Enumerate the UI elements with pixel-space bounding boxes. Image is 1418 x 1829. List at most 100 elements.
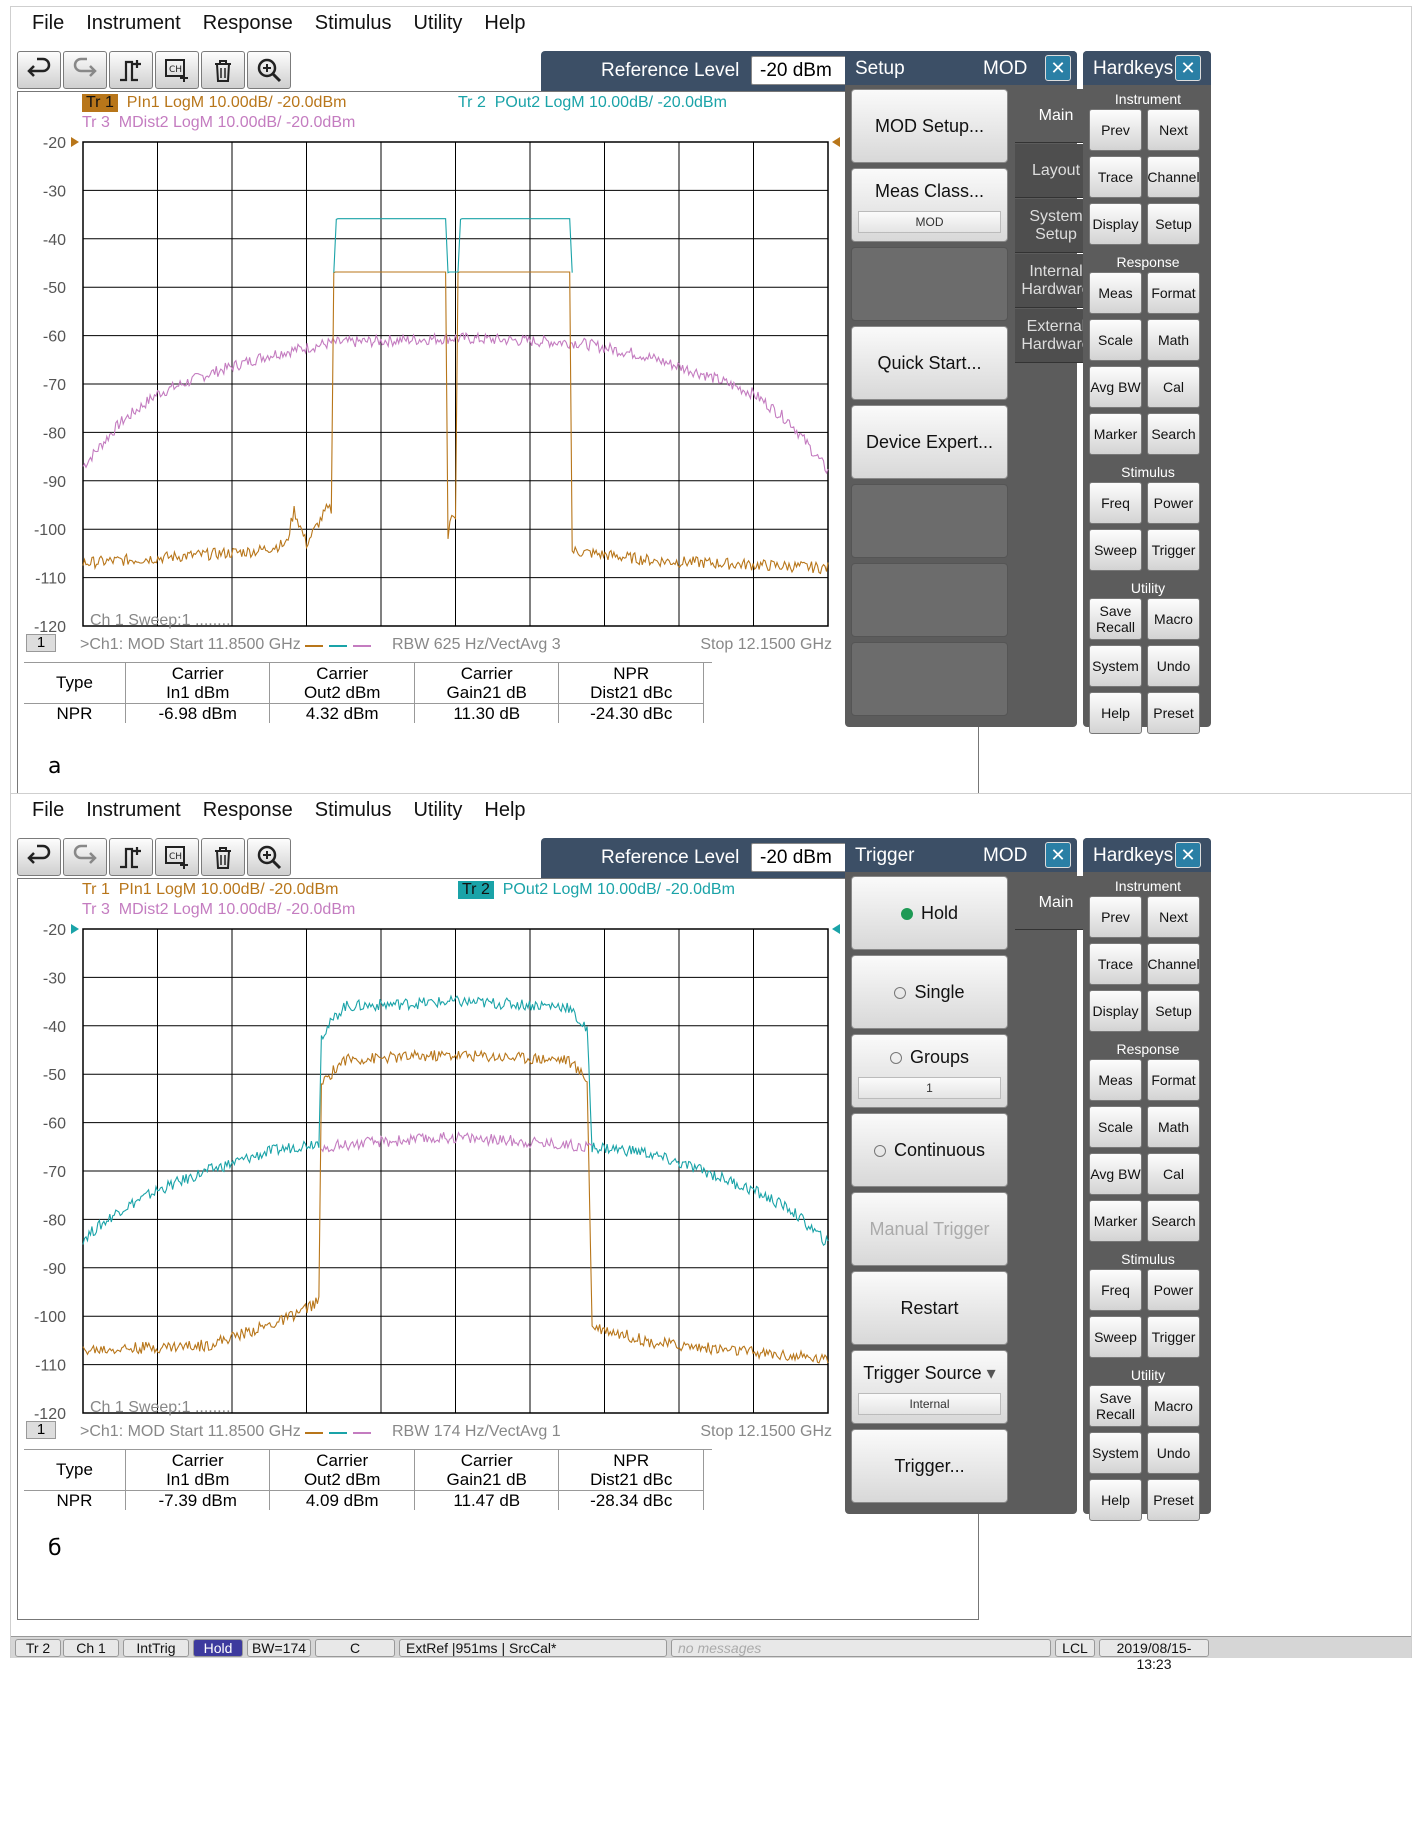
close-hardkeys-button[interactable]: ✕ xyxy=(1175,55,1201,81)
hardkey-trace[interactable]: Trace xyxy=(1089,943,1142,985)
hardkey-channel[interactable]: Channel xyxy=(1147,943,1200,985)
hardkey-format[interactable]: Format xyxy=(1147,1059,1200,1101)
menu-stimulus[interactable]: Stimulus xyxy=(304,12,403,35)
softkey-continuous[interactable]: Continuous xyxy=(851,1113,1008,1187)
trace-badge[interactable]: Tr 1 xyxy=(82,94,118,112)
hardkey-scale[interactable]: Scale xyxy=(1089,319,1142,361)
hardkey-freq[interactable]: Freq xyxy=(1089,482,1142,524)
hardkey-undo[interactable]: Undo xyxy=(1147,1432,1200,1474)
menu-instrument[interactable]: Instrument xyxy=(75,12,191,35)
trace-label-tr1[interactable]: Tr 1 PIn1 LogM 10.00dB/ -20.0dBm xyxy=(82,881,338,899)
hardkey-help[interactable]: Help xyxy=(1089,692,1142,734)
hardkey-cal[interactable]: Cal xyxy=(1147,1153,1200,1195)
softkey-meas-class[interactable]: Meas Class... MOD xyxy=(851,168,1008,242)
softkey-manual-trigger[interactable]: Manual Trigger xyxy=(851,1192,1008,1266)
hardkey-prev[interactable]: Prev xyxy=(1089,896,1142,938)
menu-instrument[interactable]: Instrument xyxy=(75,799,191,822)
hardkey-macro[interactable]: Macro xyxy=(1147,1385,1200,1427)
status-field[interactable]: IntTrig xyxy=(123,1639,189,1657)
stop-freq[interactable]: Stop 12.1500 GHz xyxy=(700,1423,832,1441)
status-field[interactable]: LCL xyxy=(1055,1639,1095,1657)
ref-marker-left[interactable] xyxy=(71,924,79,934)
hardkey-channel[interactable]: Channel xyxy=(1147,156,1200,198)
hardkey-trace[interactable]: Trace xyxy=(1089,156,1142,198)
rbw-label[interactable]: RBW 174 Hz/VectAvg 1 xyxy=(392,1423,561,1441)
plot-area[interactable]: -20 -30 -40 -50 -60 -70 -80 -90 -100 -110 -120 Tr 1… xyxy=(17,878,979,1620)
ref-marker-left[interactable] xyxy=(71,137,79,147)
hardkey-trigger[interactable]: Trigger xyxy=(1147,529,1200,571)
status-field[interactable]: BW=174 xyxy=(247,1639,311,1657)
hardkey-preset[interactable]: Preset xyxy=(1147,1479,1200,1521)
trace-badge[interactable]: Tr 3 xyxy=(82,114,110,131)
softkey-device-expert[interactable]: Device Expert... xyxy=(851,405,1008,479)
hardkey-meas[interactable]: Meas xyxy=(1089,272,1142,314)
hardkey-next[interactable]: Next xyxy=(1147,896,1200,938)
softkey-mod-setup[interactable]: MOD Setup... xyxy=(851,89,1008,163)
start-freq[interactable]: >Ch1: MOD Start 11.8500 GHz xyxy=(80,636,301,654)
start-freq[interactable]: >Ch1: MOD Start 11.8500 GHz xyxy=(80,1423,301,1441)
status-field[interactable]: ExtRef |951ms | SrcCal* xyxy=(399,1639,667,1657)
trace-label-tr2[interactable]: Tr 2 POut2 LogM 10.00dB/ -20.0dBm xyxy=(458,94,727,112)
hardkey-next[interactable]: Next xyxy=(1147,109,1200,151)
channel-add-button[interactable]: CH xyxy=(155,838,199,876)
redo-button[interactable] xyxy=(63,838,107,876)
softkey-single[interactable]: Single xyxy=(851,955,1008,1029)
trace-badge[interactable]: Tr 1 xyxy=(82,881,110,898)
hardkey-search[interactable]: Search xyxy=(1147,413,1200,455)
menu-file[interactable]: File xyxy=(21,12,75,35)
hardkey-preset[interactable]: Preset xyxy=(1147,692,1200,734)
status-field[interactable]: no messages xyxy=(671,1639,1051,1657)
hardkey-undo[interactable]: Undo xyxy=(1147,645,1200,687)
hardkey-marker[interactable]: Marker xyxy=(1089,413,1142,455)
hardkey-power[interactable]: Power xyxy=(1147,482,1200,524)
hardkey-save-recall[interactable]: Save Recall xyxy=(1089,598,1142,640)
status-field[interactable]: 2019/08/15-13:23 xyxy=(1099,1639,1209,1672)
channel-add-button[interactable]: CH xyxy=(155,51,199,89)
hardkey-display[interactable]: Display xyxy=(1089,990,1142,1032)
hardkey-help[interactable]: Help xyxy=(1089,1479,1142,1521)
softkey-trigger[interactable]: Trigger... xyxy=(851,1429,1008,1503)
trash-button[interactable] xyxy=(201,838,245,876)
close-softkey-button[interactable]: ✕ xyxy=(1045,55,1071,81)
hardkey-avg-bw[interactable]: Avg BW xyxy=(1089,366,1142,408)
rbw-label[interactable]: RBW 625 Hz/VectAvg 3 xyxy=(392,636,561,654)
hardkey-cal[interactable]: Cal xyxy=(1147,366,1200,408)
trace-label-tr2[interactable]: Tr 2 POut2 LogM 10.00dB/ -20.0dBm xyxy=(458,881,735,899)
undo-button[interactable] xyxy=(17,51,61,89)
status-field[interactable]: Tr 2 xyxy=(15,1639,61,1657)
hardkey-marker[interactable]: Marker xyxy=(1089,1200,1142,1242)
menu-utility[interactable]: Utility xyxy=(402,799,473,822)
status-field[interactable]: C xyxy=(315,1639,395,1657)
status-field[interactable]: Ch 1 xyxy=(63,1639,119,1657)
hardkey-setup[interactable]: Setup xyxy=(1147,990,1200,1032)
channel-number[interactable]: 1 xyxy=(26,634,56,652)
hardkey-power[interactable]: Power xyxy=(1147,1269,1200,1311)
menu-utility[interactable]: Utility xyxy=(402,12,473,35)
hardkey-format[interactable]: Format xyxy=(1147,272,1200,314)
hardkey-sweep[interactable]: Sweep xyxy=(1089,1316,1142,1358)
zoom-button[interactable] xyxy=(247,838,291,876)
trace-label-tr3[interactable]: Tr 3 MDist2 LogM 10.00dB/ -20.0dBm xyxy=(82,901,355,919)
close-softkey-button[interactable]: ✕ xyxy=(1045,842,1071,868)
hardkey-math[interactable]: Math xyxy=(1147,1106,1200,1148)
softkey-hold[interactable]: Hold xyxy=(851,876,1008,950)
hardkey-scale[interactable]: Scale xyxy=(1089,1106,1142,1148)
plot-area[interactable]: -20 -30 -40 -50 -60 -70 -80 -90 -100 -110 -120 Tr 1… xyxy=(17,91,979,833)
hardkey-sweep[interactable]: Sweep xyxy=(1089,529,1142,571)
hardkey-setup[interactable]: Setup xyxy=(1147,203,1200,245)
hardkey-freq[interactable]: Freq xyxy=(1089,1269,1142,1311)
menu-help[interactable]: Help xyxy=(473,799,536,822)
close-hardkeys-button[interactable]: ✕ xyxy=(1175,842,1201,868)
hardkey-meas[interactable]: Meas xyxy=(1089,1059,1142,1101)
menu-response[interactable]: Response xyxy=(192,12,304,35)
marker-add-button[interactable] xyxy=(109,838,153,876)
menu-stimulus[interactable]: Stimulus xyxy=(304,799,403,822)
hardkey-math[interactable]: Math xyxy=(1147,319,1200,361)
trace-badge[interactable]: Tr 2 xyxy=(458,94,486,111)
hardkey-trigger[interactable]: Trigger xyxy=(1147,1316,1200,1358)
menu-help[interactable]: Help xyxy=(473,12,536,35)
trace-label-tr3[interactable]: Tr 3 MDist2 LogM 10.00dB/ -20.0dBm xyxy=(82,114,355,132)
trace-label-tr1[interactable]: Tr 1 PIn1 LogM 10.00dB/ -20.0dBm xyxy=(82,94,346,112)
hardkey-system[interactable]: System xyxy=(1089,645,1142,687)
softkey-quick-start[interactable]: Quick Start... xyxy=(851,326,1008,400)
